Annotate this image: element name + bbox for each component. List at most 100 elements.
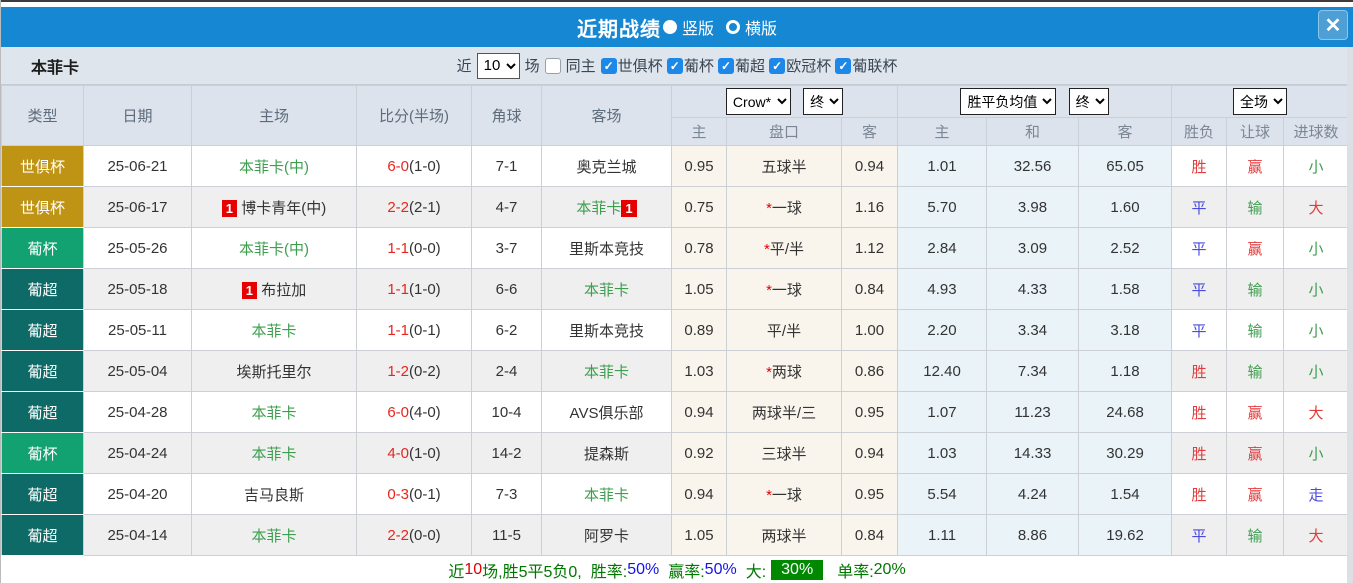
radio-horizontal-icon[interactable] xyxy=(726,20,740,34)
away-team-cell: AVS俱乐部 xyxy=(541,391,672,433)
result-handicap: 输 xyxy=(1247,363,1263,381)
corner-cell: 11-5 xyxy=(471,514,542,556)
handicap-away-odds: 0.94 xyxy=(840,432,899,474)
radio-vertical-label[interactable]: 竖版 xyxy=(682,15,714,39)
radio-horizontal-label[interactable]: 横版 xyxy=(745,15,777,39)
home-team-cell: 本菲卡 xyxy=(191,432,357,474)
full-time-score: 2-2 xyxy=(387,526,409,544)
date-cell: 25-05-11 xyxy=(83,309,192,351)
footer-big-label: 大: xyxy=(745,564,767,581)
same-home-checkbox[interactable] xyxy=(544,57,561,74)
league-filter-item[interactable]: ✓ 葡联杯 xyxy=(835,55,897,76)
handicap-away-odds: 0.84 xyxy=(840,514,899,556)
result-goals: 大 xyxy=(1308,404,1324,422)
result-goals: 小 xyxy=(1308,363,1324,381)
radio-vertical-selected-icon[interactable] xyxy=(662,20,677,34)
date-cell: 25-04-24 xyxy=(83,432,192,474)
home-team-name: 本菲卡(中) xyxy=(239,240,309,258)
away-team-cell: 本菲卡 xyxy=(541,350,672,392)
home-team-cell: 埃斯托里尔 xyxy=(191,350,357,392)
avg-home-odds: 2.84 xyxy=(897,227,988,269)
subheader-handicap-away: 客 xyxy=(840,117,899,146)
away-team-cell: 里斯本竞技 xyxy=(541,227,672,269)
recent-results-popup: 近期战绩 竖版 横版 ✕ 本菲卡 近 10 场 同主 ✓ 世俱杯 ✓ 葡杯 ✓ … xyxy=(0,0,1353,583)
result-wdl-cell: 平 xyxy=(1171,514,1228,556)
avg-draw-odds: 32.56 xyxy=(986,145,1080,187)
same-home-label[interactable]: 同主 xyxy=(566,55,596,76)
handicap-home-odds: 1.05 xyxy=(671,268,727,310)
corner-cell: 3-7 xyxy=(471,227,542,269)
handicap-home-odds: 0.95 xyxy=(671,145,727,187)
odds-company-select[interactable]: Crow* xyxy=(725,88,791,115)
handicap-away-odds: 0.95 xyxy=(840,473,899,515)
league-filter-label[interactable]: 葡联杯 xyxy=(852,55,897,76)
result-goals-cell: 小 xyxy=(1283,268,1350,310)
league-filter-item[interactable]: ✓ 欧冠杯 xyxy=(769,55,831,76)
score-cell: 1-1(0-1) xyxy=(356,309,472,351)
checkbox-checked-icon[interactable]: ✓ xyxy=(718,57,735,74)
date-cell: 25-06-17 xyxy=(83,186,192,228)
red-card-badge: 1 xyxy=(241,282,258,300)
home-team-name: 埃斯托里尔 xyxy=(236,363,312,381)
league-filter-label[interactable]: 葡超 xyxy=(735,55,765,76)
odds-time-select-1[interactable]: 终 xyxy=(803,88,844,115)
away-team-cell: 本菲卡 xyxy=(541,473,672,515)
full-time-score: 1-1 xyxy=(387,321,409,339)
half-time-score: (1-0) xyxy=(409,444,441,462)
avg-home-odds: 1.03 xyxy=(897,432,988,474)
league-filter-label[interactable]: 欧冠杯 xyxy=(786,55,831,76)
handicap-away-odds: 0.86 xyxy=(840,350,899,392)
score-cell: 1-1(1-0) xyxy=(356,268,472,310)
avg-away-odds: 3.18 xyxy=(1078,309,1173,351)
corner-cell: 14-2 xyxy=(471,432,542,474)
corner-cell: 7-1 xyxy=(471,145,542,187)
result-goals: 小 xyxy=(1308,240,1324,258)
avg-away-odds: 30.29 xyxy=(1078,432,1173,474)
result-wdl: 平 xyxy=(1191,199,1207,217)
checkbox-checked-icon[interactable]: ✓ xyxy=(600,57,617,74)
half-time-score: (2-1) xyxy=(409,198,441,216)
checkbox-checked-icon[interactable]: ✓ xyxy=(666,57,683,74)
checkbox-checked-icon[interactable]: ✓ xyxy=(769,57,786,74)
avg-type-select[interactable]: 胜平负均值 xyxy=(960,88,1057,115)
table-row: 葡杯 25-04-24 本菲卡 4-0(1-0) 14-2 提森斯 0.92 三… xyxy=(1,432,1350,474)
handicap-home-odds: 1.03 xyxy=(671,350,727,392)
full-time-score: 1-1 xyxy=(387,280,409,298)
avg-home-odds: 2.20 xyxy=(897,309,988,351)
handicap-away-odds: 1.00 xyxy=(840,309,899,351)
league-filter-item[interactable]: ✓ 世俱杯 xyxy=(600,55,663,76)
handicap-away-odds: 1.12 xyxy=(840,227,899,269)
header-home: 主场 xyxy=(191,85,357,146)
table-row: 葡杯 25-05-26 本菲卡(中) 1-1(0-0) 3-7 里斯本竞技 0.… xyxy=(1,227,1350,269)
match-count-select[interactable]: 10 xyxy=(476,52,520,79)
subheader-handicap-home: 主 xyxy=(671,117,727,146)
result-wdl: 胜 xyxy=(1191,158,1207,176)
filter-bar: 本菲卡 近 10 场 同主 ✓ 世俱杯 ✓ 葡杯 ✓ 葡超 ✓ 欧冠杯 ✓ 葡联… xyxy=(1,47,1353,85)
full-time-score: 1-1 xyxy=(387,239,409,257)
home-team-cell: 本菲卡(中) xyxy=(191,227,357,269)
subheader-avg-draw: 和 xyxy=(986,117,1080,146)
handicap-home-odds: 0.94 xyxy=(671,473,727,515)
results-table: 类型 日期 主场 比分(半场) 角球 客场 Crow* 终 胜平负均值 终 全场 xyxy=(1,85,1350,556)
checkbox-checked-icon[interactable]: ✓ xyxy=(835,57,852,74)
away-team-name: 本菲卡 xyxy=(583,486,629,504)
handicap-line: 一球 xyxy=(771,199,802,217)
result-wdl-cell: 胜 xyxy=(1171,145,1228,187)
scope-select[interactable]: 全场 xyxy=(1233,88,1288,115)
odds-time-select-2[interactable]: 终 xyxy=(1068,88,1109,115)
close-icon[interactable]: ✕ xyxy=(1318,10,1348,40)
league-filter-label[interactable]: 世俱杯 xyxy=(618,55,663,76)
date-cell: 25-04-14 xyxy=(83,514,192,556)
league-filter-item[interactable]: ✓ 葡超 xyxy=(718,55,765,76)
result-handicap-cell: 赢 xyxy=(1226,145,1285,187)
away-team-cell: 本菲卡 1 xyxy=(541,186,672,228)
league-filter-label[interactable]: 葡杯 xyxy=(684,55,714,76)
avg-home-odds: 1.01 xyxy=(897,145,988,187)
home-team-name: 布拉加 xyxy=(261,281,307,299)
home-team-cell: 吉马良斯 xyxy=(191,473,357,515)
avg-draw-odds: 3.09 xyxy=(986,227,1080,269)
league-filter-item[interactable]: ✓ 葡杯 xyxy=(666,55,714,76)
scrollbar-track[interactable] xyxy=(1347,47,1353,583)
result-handicap: 输 xyxy=(1247,199,1263,217)
league-filter-list: ✓ 世俱杯 ✓ 葡杯 ✓ 葡超 ✓ 欧冠杯 ✓ 葡联杯 xyxy=(600,55,897,76)
